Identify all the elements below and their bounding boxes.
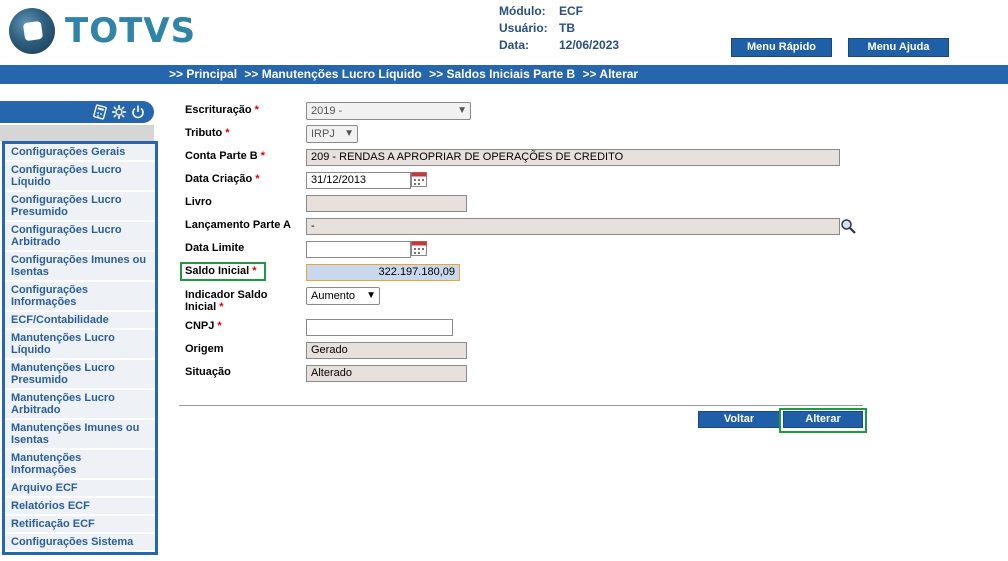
sidebar-item-configuracoes-imunes[interactable]: Configurações Imunes ou Isentas: [5, 252, 155, 282]
lancamento-parte-a-field[interactable]: -: [306, 218, 840, 235]
breadcrumb: >> Principal >> Manutenções Lucro Líquid…: [169, 65, 642, 84]
conta-parte-b-field[interactable]: 209 - RENDAS A APROPRIAR DE OPERAÇÕES DE…: [306, 149, 840, 166]
info-label: Módulo:: [499, 4, 546, 18]
sidebar-item-manutencoes-informacoes[interactable]: Manutenções Informações: [5, 450, 155, 480]
search-icon[interactable]: [840, 218, 856, 234]
gear-icon[interactable]: [111, 104, 127, 120]
data-limite-input[interactable]: [306, 241, 411, 258]
calendar-icon[interactable]: [411, 172, 427, 187]
sidebar-item-relatorios-ecf[interactable]: Relatórios ECF: [5, 498, 155, 516]
origem-label: Origem: [185, 343, 224, 355]
info-value: ECF: [559, 4, 583, 18]
data-limite-label: Data Limite: [185, 242, 245, 254]
alterar-button[interactable]: Alterar: [783, 411, 863, 428]
session-info: Módulo: ECF Usuário: TB Data: 12/06/2023: [499, 3, 619, 54]
chevron-down-icon: ▼: [344, 128, 354, 139]
sidebar-item-ecf-contabilidade[interactable]: ECF/Contabilidade: [5, 312, 155, 330]
menu-rapido-button[interactable]: Menu Rápido: [731, 38, 832, 57]
breadcrumb-manutencoes-lucro-liquido[interactable]: >> Manutenções Lucro Líquido: [244, 67, 421, 81]
sidebar-header: [0, 101, 154, 123]
calculator-icon[interactable]: [92, 104, 108, 120]
info-label: Usuário:: [499, 21, 548, 35]
indicador-saldo-inicial-select[interactable]: Aumento ▼: [306, 287, 380, 305]
breadcrumb-alterar: >> Alterar: [582, 67, 639, 81]
sidebar-item-configuracoes-informacoes[interactable]: Configurações Informações: [5, 282, 155, 312]
tributo-label: Tributo *: [185, 127, 230, 139]
lancamento-parte-a-label: Lançamento Parte A: [185, 219, 291, 231]
sidebar-item-configuracoes-gerais[interactable]: Configurações Gerais: [5, 144, 155, 162]
sidebar-item-arquivo-ecf[interactable]: Arquivo ECF: [5, 480, 155, 498]
origem-field[interactable]: Gerado: [306, 342, 467, 359]
sidebar-item-manutencoes-lucro-arbitrado[interactable]: Manutenções Lucro Arbitrado: [5, 390, 155, 420]
chevron-down-icon: ▼: [366, 290, 376, 301]
situacao-label: Situação: [185, 366, 231, 378]
situacao-field[interactable]: Alterado: [306, 365, 467, 382]
power-icon[interactable]: [130, 104, 146, 120]
voltar-button[interactable]: Voltar: [698, 411, 780, 428]
sidebar-menu: Configurações Gerais Configurações Lucro…: [2, 141, 158, 555]
sidebar-item-manutencoes-lucro-presumido[interactable]: Manutenções Lucro Presumido: [5, 360, 155, 390]
menu-ajuda-button[interactable]: Menu Ajuda: [848, 38, 949, 57]
sidebar-item-configuracoes-lucro-presumido[interactable]: Configurações Lucro Presumido: [5, 192, 155, 222]
info-label: Data:: [499, 38, 530, 52]
breadcrumb-saldos-iniciais[interactable]: >> Saldos Iniciais Parte B: [429, 67, 575, 81]
sidebar-item-manutencoes-imunes[interactable]: Manutenções Imunes ou Isentas: [5, 420, 155, 450]
sidebar-item-retificacao-ecf[interactable]: Retificação ECF: [5, 516, 155, 534]
data-criacao-label: Data Criação *: [185, 173, 260, 185]
calendar-icon[interactable]: [411, 241, 427, 256]
sidebar-item-configuracoes-lucro-liquido[interactable]: Configurações Lucro Líquido: [5, 162, 155, 192]
livro-field[interactable]: [306, 195, 467, 212]
breadcrumb-bar: >> Principal >> Manutenções Lucro Líquid…: [0, 65, 1008, 84]
breadcrumb-principal[interactable]: >> Principal: [169, 67, 237, 81]
sidebar-item-configuracoes-sistema[interactable]: Configurações Sistema: [5, 534, 155, 552]
sidebar-item-manutencoes-lucro-liquido[interactable]: Manutenções Lucro Líquido: [5, 330, 155, 360]
info-value: TB: [559, 21, 575, 35]
chevron-down-icon: ▼: [457, 105, 467, 116]
brand-name: TOTVS: [65, 11, 197, 51]
cnpj-input[interactable]: [306, 319, 453, 336]
livro-label: Livro: [185, 196, 212, 208]
escrituracao-label: Escrituração *: [185, 104, 259, 116]
totvs-logo: TOTVS: [9, 8, 196, 54]
data-criacao-input[interactable]: 31/12/2013: [306, 172, 411, 189]
saldo-inicial-highlight: [180, 262, 266, 281]
conta-parte-b-label: Conta Parte B *: [185, 150, 266, 162]
saldo-inicial-input[interactable]: 322.197.180,09: [306, 264, 460, 281]
tributo-select[interactable]: IRPJ ▼: [306, 125, 358, 143]
sidebar-item-configuracoes-lucro-arbitrado[interactable]: Configurações Lucro Arbitrado: [5, 222, 155, 252]
form-divider: [179, 405, 863, 406]
indicador-saldo-inicial-label: Indicador Saldo Inicial *: [185, 289, 268, 313]
cnpj-label: CNPJ *: [185, 320, 222, 332]
totvs-logo-icon: [9, 8, 55, 54]
escrituracao-select[interactable]: 2019 - ▼: [306, 102, 471, 120]
info-value: 12/06/2023: [559, 38, 620, 52]
sidebar-spacer: [0, 125, 154, 141]
